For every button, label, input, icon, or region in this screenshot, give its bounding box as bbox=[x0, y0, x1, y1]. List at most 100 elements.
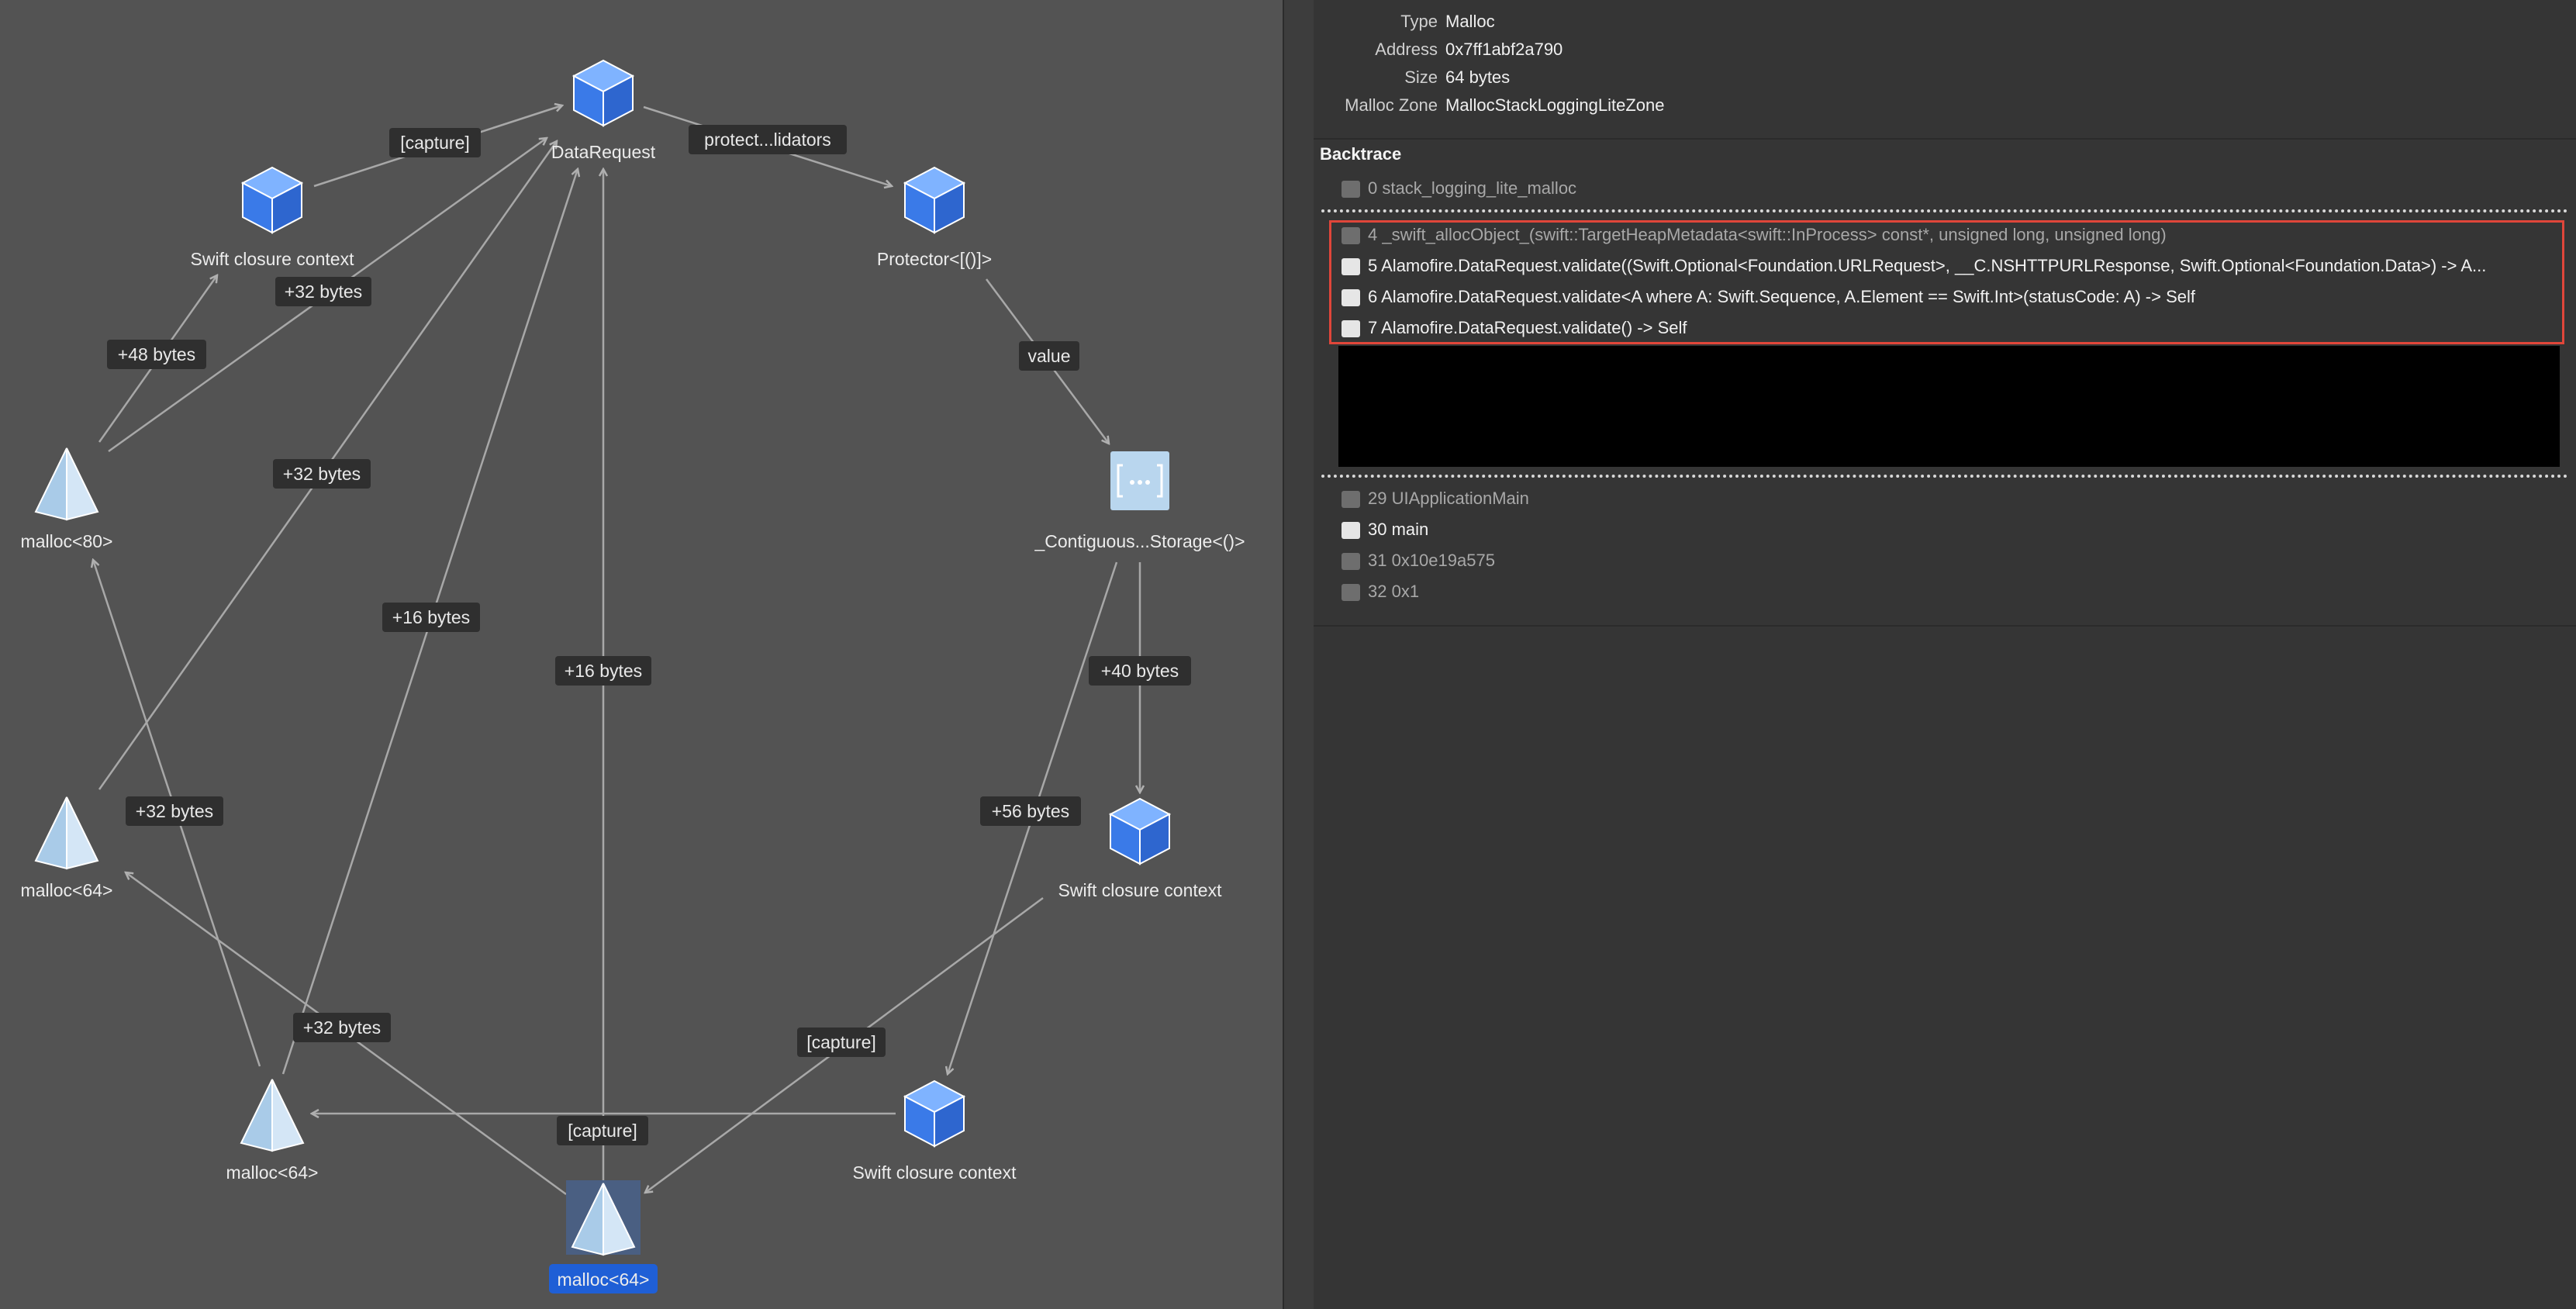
svg-text:[capture]: [capture] bbox=[568, 1121, 637, 1141]
cube-icon bbox=[1108, 797, 1172, 865]
node-swift-closure-context-2[interactable]: Swift closure context bbox=[1058, 797, 1223, 900]
frame-text: 29 UIApplicationMain bbox=[1368, 489, 1529, 508]
cube-icon bbox=[571, 59, 635, 127]
detail-value: Malloc bbox=[1445, 12, 1495, 31]
briefcase-icon bbox=[1342, 491, 1360, 508]
edge-label-48: +48 bytes bbox=[107, 340, 206, 369]
svg-text:+32 bytes: +32 bytes bbox=[136, 801, 213, 821]
svg-text:+32 bytes: +32 bytes bbox=[283, 464, 361, 484]
edge-label-32d: +32 bytes bbox=[293, 1013, 391, 1042]
edge-label-32b: +32 bytes bbox=[273, 459, 371, 489]
backtrace-title: Backtrace bbox=[1320, 144, 1402, 164]
node-label: Protector<[()]> bbox=[877, 249, 992, 269]
frame-text: 32 0x1 bbox=[1368, 582, 1420, 601]
frame-text: 0 stack_logging_lite_malloc bbox=[1368, 178, 1577, 198]
edge-label-32c: +32 bytes bbox=[126, 796, 223, 826]
pyramid-icon bbox=[34, 796, 99, 870]
frame-text: 31 0x10e19a575 bbox=[1368, 551, 1495, 570]
node-protector[interactable]: Protector<[()]> bbox=[877, 166, 992, 269]
edge-label-capture2: [capture] bbox=[797, 1028, 886, 1057]
frame-text: 4 _swift_allocObject_(swift::TargetHeapM… bbox=[1368, 225, 2167, 244]
backtrace-frame-5[interactable]: 5 Alamofire.DataRequest.validate((Swift.… bbox=[1342, 251, 2551, 281]
backtrace-frame-29[interactable]: 29 UIApplicationMain bbox=[1342, 484, 2551, 513]
node-label: malloc<64> bbox=[21, 880, 113, 900]
svg-text:protect...lidators: protect...lidators bbox=[704, 130, 831, 150]
detail-value: MallocStackLoggingLiteZone bbox=[1445, 95, 1665, 115]
detail-key: Type bbox=[1400, 12, 1438, 31]
node-contiguous-storage[interactable]: _Contiguous...Storage<()> bbox=[1034, 451, 1245, 551]
edge-label-32a: +32 bytes bbox=[275, 277, 371, 306]
node-label: _Contiguous...Storage<()> bbox=[1034, 531, 1245, 551]
divider bbox=[1314, 138, 2576, 140]
node-label: Swift closure context bbox=[191, 249, 355, 269]
edge-label-16b: +16 bytes bbox=[555, 656, 651, 686]
building-icon bbox=[1342, 584, 1360, 601]
divider bbox=[1314, 625, 2576, 627]
frame-text: 7 Alamofire.DataRequest.validate() -> Se… bbox=[1368, 318, 1687, 337]
edge-label-capture3: [capture] bbox=[557, 1116, 648, 1145]
detail-key: Address bbox=[1375, 40, 1438, 59]
cube-icon bbox=[903, 166, 966, 234]
detail-value: 64 bytes bbox=[1445, 67, 1511, 87]
user-icon bbox=[1342, 522, 1360, 539]
node-malloc-64-selected[interactable]: malloc<64> bbox=[549, 1180, 658, 1293]
panel-divider[interactable] bbox=[1283, 0, 1315, 1309]
cube-icon bbox=[903, 1079, 966, 1148]
node-malloc-80[interactable]: malloc<80> bbox=[21, 447, 113, 551]
memory-graph: [capture] protect...lidators +32 bytes +… bbox=[21, 59, 1245, 1293]
node-label: Swift closure context bbox=[1058, 880, 1223, 900]
user-icon bbox=[1342, 289, 1360, 306]
memory-inspector: Type Malloc Address 0x7ff1abf2a790 Size … bbox=[1314, 0, 2576, 1309]
detail-key: Size bbox=[1404, 67, 1438, 87]
redacted-region bbox=[1338, 346, 2560, 467]
edge-label-56: +56 bytes bbox=[980, 796, 1081, 826]
edge-label-16a: +16 bytes bbox=[382, 603, 480, 632]
edge-label-capture1: [capture] bbox=[389, 128, 481, 157]
node-label: malloc<80> bbox=[21, 531, 113, 551]
ellipsis-box-icon bbox=[1110, 451, 1169, 510]
backtrace-frame-6[interactable]: 6 Alamofire.DataRequest.validate<A where… bbox=[1342, 282, 2551, 312]
backtrace-frame-31[interactable]: 31 0x10e19a575 bbox=[1342, 546, 2551, 575]
node-datarequest[interactable]: DataRequest bbox=[551, 59, 656, 162]
svg-text:value: value bbox=[1028, 346, 1071, 366]
svg-text:+56 bytes: +56 bytes bbox=[992, 801, 1069, 821]
node-label: malloc<64> bbox=[226, 1162, 319, 1183]
backtrace-frame-0[interactable]: 0 stack_logging_lite_malloc bbox=[1342, 174, 2551, 203]
edge-labels: [capture] protect...lidators +32 bytes +… bbox=[107, 125, 1191, 1145]
user-icon bbox=[1342, 320, 1360, 337]
edge-label-value: value bbox=[1019, 341, 1079, 371]
node-malloc-64-bottom[interactable]: malloc<64> bbox=[226, 1079, 319, 1183]
frame-text: 5 Alamofire.DataRequest.validate((Swift.… bbox=[1368, 256, 2487, 275]
node-swift-closure-context-3[interactable]: Swift closure context bbox=[853, 1079, 1017, 1183]
user-icon bbox=[1342, 258, 1360, 275]
edge-label-40: +40 bytes bbox=[1089, 656, 1191, 686]
cube-icon bbox=[240, 166, 304, 234]
collapsed-frames-indicator[interactable] bbox=[1321, 475, 2568, 478]
svg-text:+16 bytes: +16 bytes bbox=[565, 661, 642, 681]
svg-text:+48 bytes: +48 bytes bbox=[118, 344, 195, 364]
svg-text:[capture]: [capture] bbox=[400, 133, 470, 153]
pyramid-icon bbox=[240, 1079, 305, 1152]
node-malloc-64-left[interactable]: malloc<64> bbox=[21, 796, 113, 900]
backtrace-frame-32[interactable]: 32 0x1 bbox=[1342, 577, 2551, 606]
node-label: Swift closure context bbox=[853, 1162, 1017, 1183]
node-label: DataRequest bbox=[551, 142, 656, 162]
svg-text:+16 bytes: +16 bytes bbox=[392, 607, 470, 627]
backtrace-frame-7[interactable]: 7 Alamofire.DataRequest.validate() -> Se… bbox=[1342, 313, 2551, 343]
svg-text:+32 bytes: +32 bytes bbox=[285, 281, 362, 302]
edge-label-protect: protect...lidators bbox=[689, 125, 847, 154]
node-label: malloc<64> bbox=[558, 1269, 650, 1290]
pyramid-icon bbox=[34, 447, 99, 521]
frame-text: 30 main bbox=[1368, 520, 1429, 539]
play-frame-icon bbox=[1342, 227, 1360, 244]
backtrace-frame-30[interactable]: 30 main bbox=[1342, 515, 2551, 544]
memory-graph-canvas[interactable]: [capture] protect...lidators +32 bytes +… bbox=[0, 0, 1283, 1309]
detail-key: Malloc Zone bbox=[1345, 95, 1438, 115]
node-swift-closure-context-1[interactable]: Swift closure context bbox=[191, 166, 355, 269]
collapsed-frames-indicator[interactable] bbox=[1321, 209, 2568, 212]
gear-icon bbox=[1342, 181, 1360, 198]
gear-icon bbox=[1342, 553, 1360, 570]
backtrace-frame-4[interactable]: 4 _swift_allocObject_(swift::TargetHeapM… bbox=[1342, 220, 2551, 250]
detail-value: 0x7ff1abf2a790 bbox=[1445, 40, 1563, 59]
svg-text:+40 bytes: +40 bytes bbox=[1101, 661, 1179, 681]
